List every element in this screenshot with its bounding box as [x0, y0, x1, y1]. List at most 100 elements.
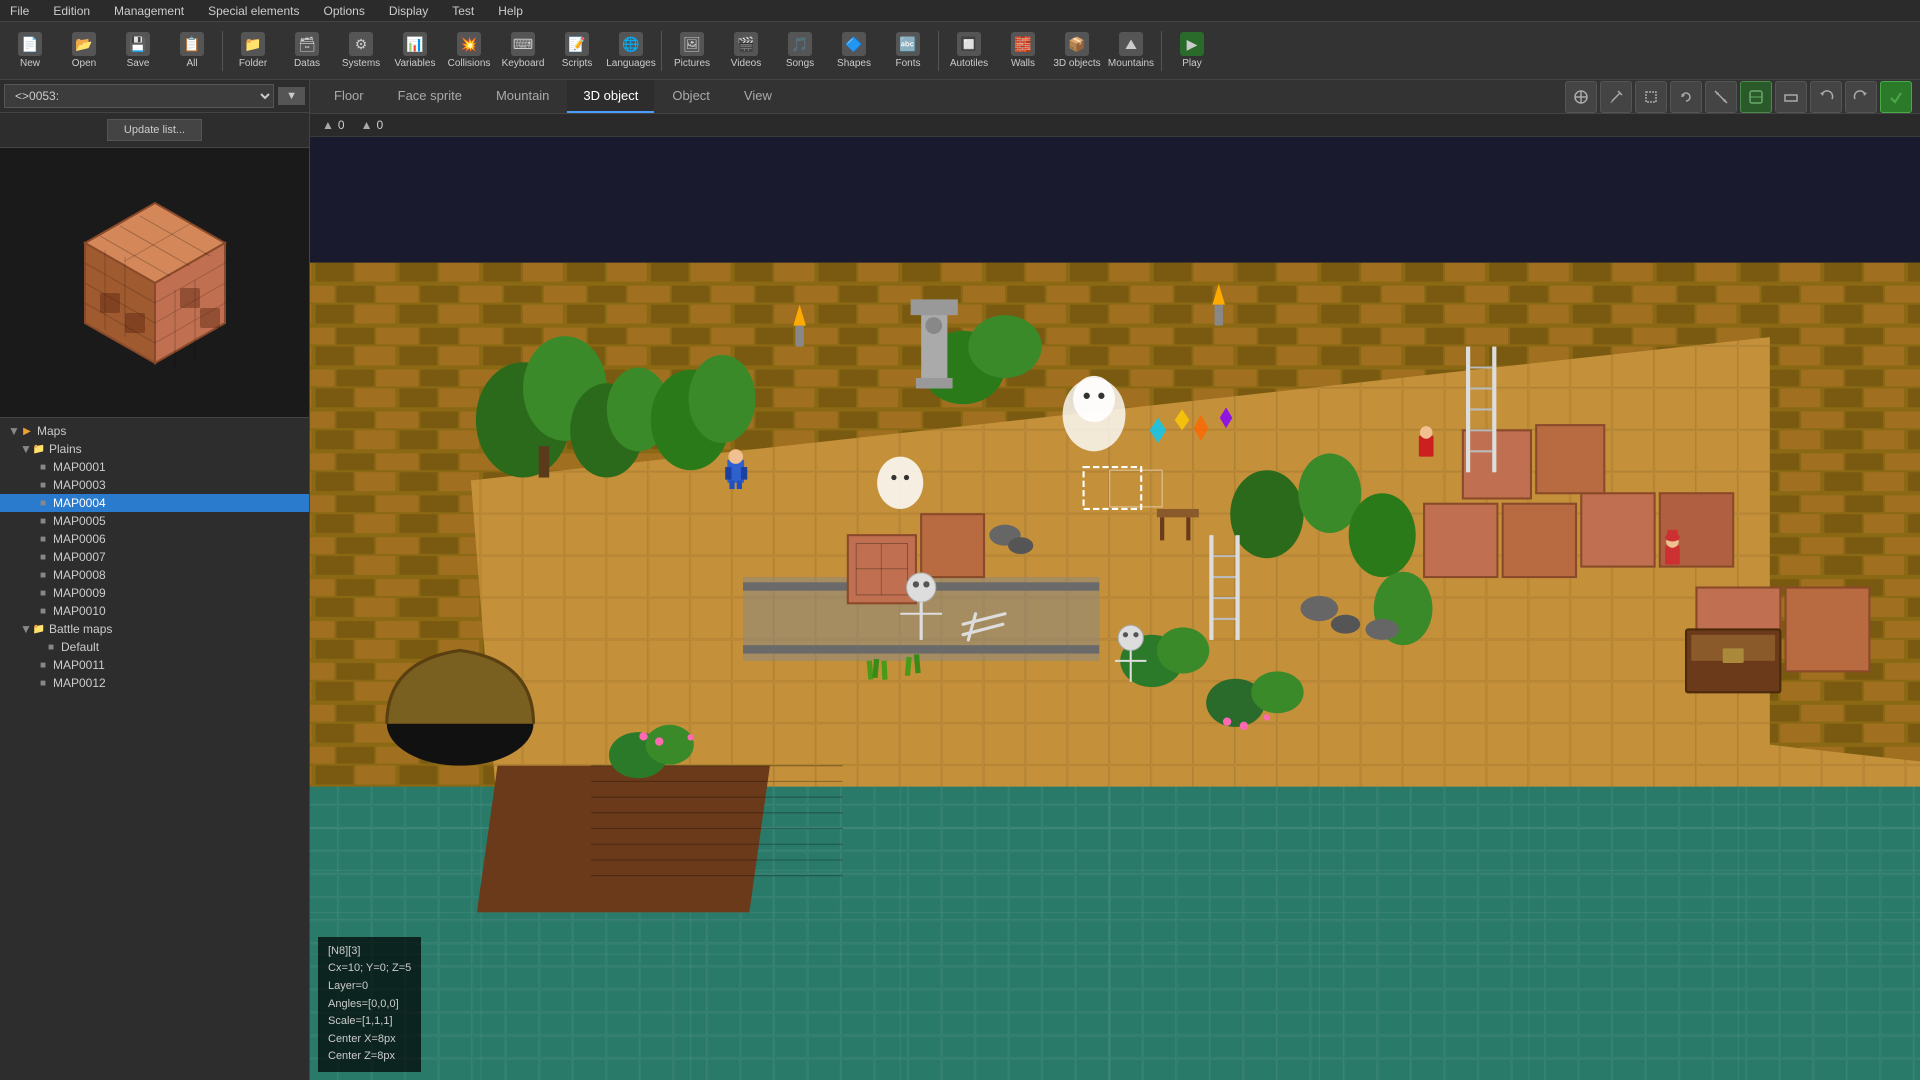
tab-view[interactable]: View: [728, 80, 788, 113]
redo-icon: [1853, 89, 1869, 105]
expand-maps-icon: ▼: [8, 424, 20, 438]
map-selector-arrow[interactable]: ▼: [278, 87, 305, 105]
tool-confirm-btn[interactable]: [1880, 81, 1912, 113]
tree-map0005[interactable]: ■ MAP0005: [0, 512, 309, 530]
toolbar-mountains-label: Mountains: [1108, 58, 1154, 69]
left-panel: <>0053: ▼ Update list...: [0, 80, 310, 1080]
toolbar-save-btn[interactable]: 💾 Save: [112, 24, 164, 78]
toolbar-videos-label: Videos: [731, 58, 761, 69]
tree-map0012[interactable]: ■ MAP0012: [0, 674, 309, 692]
cursor-icon: [1573, 89, 1589, 105]
tree-map0012-label: MAP0012: [53, 676, 106, 690]
tree-battlemaps-folder[interactable]: ▼ 📁 Battle maps: [0, 620, 309, 638]
tool-scale-btn[interactable]: [1705, 81, 1737, 113]
tab-3dobject[interactable]: 3D object: [567, 80, 654, 113]
tree-map0005-label: MAP0005: [53, 514, 106, 528]
scripts-icon: 📝: [565, 32, 589, 56]
toolbar-open-btn[interactable]: 📂 Open: [58, 24, 110, 78]
tab-object[interactable]: Object: [656, 80, 726, 113]
tree-map0003[interactable]: ■ MAP0003: [0, 476, 309, 494]
tree-map0008[interactable]: ■ MAP0008: [0, 566, 309, 584]
toolbar-keyboard-btn[interactable]: ⌨ Keyboard: [497, 24, 549, 78]
tool-select-btn[interactable]: [1635, 81, 1667, 113]
toolbar-walls-btn[interactable]: 🧱 Walls: [997, 24, 1049, 78]
menu-edition[interactable]: Edition: [47, 2, 96, 20]
tree-map0011[interactable]: ■ MAP0011: [0, 656, 309, 674]
tree-map0007[interactable]: ■ MAP0007: [0, 548, 309, 566]
tree-map0007-label: MAP0007: [53, 550, 106, 564]
rotate-icon: [1678, 89, 1694, 105]
toolbar-3dobjects-btn[interactable]: 📦 3D objects: [1051, 24, 1103, 78]
menu-management[interactable]: Management: [108, 2, 190, 20]
folder-icon: 📁: [241, 32, 265, 56]
tab-mountain[interactable]: Mountain: [480, 80, 565, 113]
tab-floor[interactable]: Floor: [318, 80, 380, 113]
tree-map0010[interactable]: ■ MAP0010: [0, 602, 309, 620]
confirm-icon: [1888, 89, 1904, 105]
menu-special-elements[interactable]: Special elements: [202, 2, 305, 20]
map0007-icon: ■: [36, 550, 50, 564]
songs-icon: 🎵: [788, 32, 812, 56]
tree-map0001-label: MAP0001: [53, 460, 106, 474]
toolbar-datas-btn[interactable]: 🗃 Datas: [281, 24, 333, 78]
toolbar-shapes-btn[interactable]: 🔷 Shapes: [828, 24, 880, 78]
tree-plains-folder[interactable]: ▼ 📁 Plains: [0, 440, 309, 458]
expand-battlemaps-icon: ▼: [20, 622, 32, 636]
toolbar-open-label: Open: [72, 58, 96, 69]
systems-icon: ⚙: [349, 32, 373, 56]
tree-default[interactable]: ■ Default: [0, 638, 309, 656]
tool-rotate-btn[interactable]: [1670, 81, 1702, 113]
toolbar-3dobjects-label: 3D objects: [1053, 58, 1100, 69]
toolbar-systems-btn[interactable]: ⚙ Systems: [335, 24, 387, 78]
toolbar-folder-btn[interactable]: 📁 Folder: [227, 24, 279, 78]
toolbar-all-btn[interactable]: 📋 All: [166, 24, 218, 78]
toolbar-folder-label: Folder: [239, 58, 267, 69]
toolbar-autotiles-btn[interactable]: 🔲 Autotiles: [943, 24, 995, 78]
tool-cursor-btn[interactable]: [1565, 81, 1597, 113]
menu-help[interactable]: Help: [492, 2, 529, 20]
toolbar-variables-btn[interactable]: 📊 Variables: [389, 24, 441, 78]
tree-maps-root[interactable]: ▼ ▶ Maps: [0, 422, 309, 440]
menu-file[interactable]: File: [4, 2, 35, 20]
tree-map0006[interactable]: ■ MAP0006: [0, 530, 309, 548]
tool-undo-btn[interactable]: [1810, 81, 1842, 113]
tool-erase-btn[interactable]: [1775, 81, 1807, 113]
map0001-icon: ■: [36, 460, 50, 474]
tab-face-sprite[interactable]: Face sprite: [382, 80, 478, 113]
tool-pencil-btn[interactable]: [1600, 81, 1632, 113]
map-viewport[interactable]: [N8][3] Cx=10; Y=0; Z=5 Layer=0 Angles=[…: [310, 137, 1920, 1080]
update-list-row: Update list...: [0, 113, 309, 148]
coord-x-item: ▲ 0: [322, 118, 345, 132]
toolbar-collisions-btn[interactable]: 💥 Collisions: [443, 24, 495, 78]
menu-options[interactable]: Options: [317, 2, 370, 20]
menu-test[interactable]: Test: [446, 2, 480, 20]
tree-map0001[interactable]: ■ MAP0001: [0, 458, 309, 476]
menu-display[interactable]: Display: [383, 2, 434, 20]
toolbar-new-btn[interactable]: 📄 New: [4, 24, 56, 78]
toolbar-videos-btn[interactable]: 🎬 Videos: [720, 24, 772, 78]
tab-bar: Floor Face sprite Mountain 3D object Obj…: [318, 80, 788, 113]
tree-map0004[interactable]: ■ MAP0004: [0, 494, 309, 512]
toolbar-fonts-btn[interactable]: 🔤 Fonts: [882, 24, 934, 78]
tree-map0010-label: MAP0010: [53, 604, 106, 618]
toolbar-play-btn[interactable]: ▶ Play: [1166, 24, 1218, 78]
main-layout: <>0053: ▼ Update list...: [0, 80, 1920, 1080]
collisions-icon: 💥: [457, 32, 481, 56]
tool-paint-btn[interactable]: [1740, 81, 1772, 113]
toolbar-save-label: Save: [127, 58, 150, 69]
toolbar-scripts-label: Scripts: [562, 58, 593, 69]
tree-map0006-label: MAP0006: [53, 532, 106, 546]
map-scene-svg: [310, 137, 1920, 1080]
update-list-button[interactable]: Update list...: [107, 119, 202, 141]
tree-map0009[interactable]: ■ MAP0009: [0, 584, 309, 602]
map0010-icon: ■: [36, 604, 50, 618]
tool-redo-btn[interactable]: [1845, 81, 1877, 113]
expand-plains-icon: ▼: [20, 442, 32, 456]
map-selector-dropdown[interactable]: <>0053:: [4, 84, 274, 108]
toolbar-languages-btn[interactable]: 🌐 Languages: [605, 24, 657, 78]
toolbar-pictures-btn[interactable]: 🖼 Pictures: [666, 24, 718, 78]
toolbar-songs-btn[interactable]: 🎵 Songs: [774, 24, 826, 78]
map0003-icon: ■: [36, 478, 50, 492]
toolbar-scripts-btn[interactable]: 📝 Scripts: [551, 24, 603, 78]
toolbar-mountains-btn[interactable]: ⛰ Mountains: [1105, 24, 1157, 78]
